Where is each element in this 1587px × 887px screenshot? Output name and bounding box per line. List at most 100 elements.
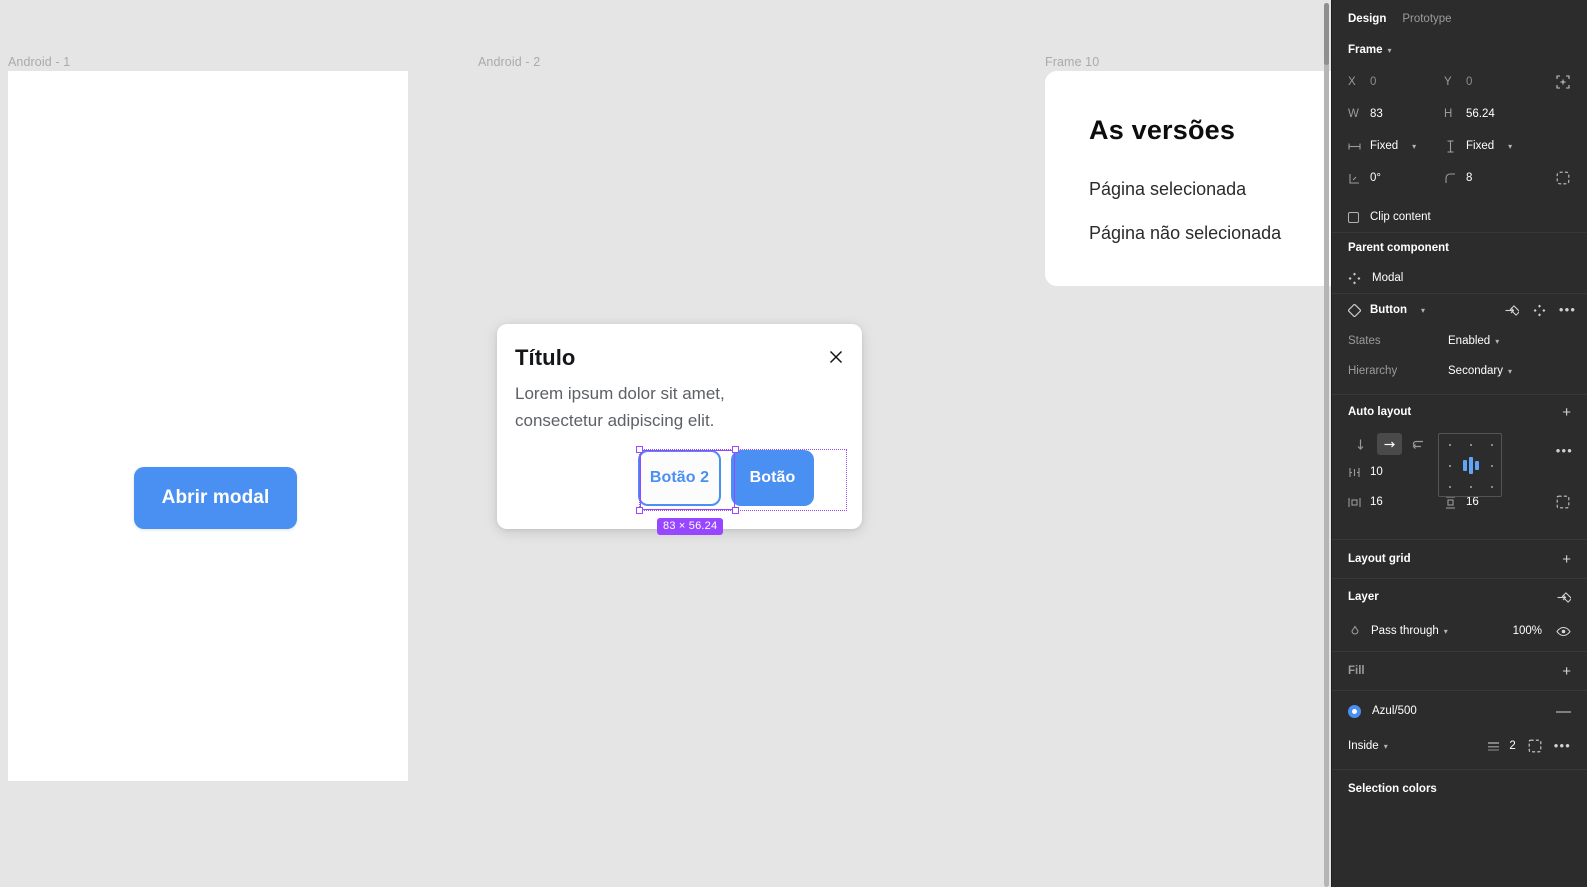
align-dot[interactable]	[1491, 444, 1493, 446]
canvas-vertical-scrollbar[interactable]	[1322, 0, 1331, 887]
horizontal-resizing-field[interactable]: Fixed ▾	[1348, 140, 1444, 153]
tab-prototype[interactable]: Prototype	[1402, 13, 1451, 25]
rotation-value[interactable]: 0°	[1370, 172, 1381, 184]
remove-stroke-icon[interactable]: —	[1556, 704, 1571, 719]
selection-colors-header: Selection colors	[1332, 770, 1587, 808]
y-value[interactable]: 0	[1466, 76, 1472, 88]
add-fill-icon[interactable]: +	[1562, 664, 1571, 679]
gap-value[interactable]: 10	[1370, 466, 1383, 478]
width-field[interactable]: W 83	[1348, 108, 1444, 120]
add-layout-grid-icon[interactable]: +	[1562, 552, 1571, 567]
align-dot[interactable]	[1470, 444, 1472, 446]
frame-label-frame-10[interactable]: Frame 10	[1045, 55, 1099, 69]
component-property-states[interactable]: States Enabled ▾	[1332, 326, 1587, 356]
y-label: Y	[1444, 76, 1452, 88]
horizontal-padding-field[interactable]: 16	[1348, 496, 1444, 509]
component-property-hierarchy[interactable]: Hierarchy Secondary ▾	[1332, 356, 1587, 386]
visibility-eye-icon[interactable]	[1556, 624, 1571, 639]
chevron-down-icon[interactable]: ▾	[1495, 337, 1499, 346]
design-canvas[interactable]: Android - 1 Abrir modal Android - 2 Títu…	[0, 0, 1331, 887]
clip-content-checkbox[interactable]	[1348, 211, 1359, 223]
right-properties-panel: Design Prototype Frame ▾ X 0 Y 0 W 83 H …	[1331, 0, 1587, 887]
artboard-frame-10[interactable]: As versões Página selecionada Página não…	[1045, 71, 1331, 286]
auto-layout-more-options-icon[interactable]: •••	[1556, 443, 1573, 458]
h-value[interactable]: 56.24	[1466, 108, 1495, 120]
stroke-weight-value[interactable]: 2	[1509, 740, 1515, 752]
hierarchy-label: Hierarchy	[1348, 365, 1398, 377]
layer-opacity-value[interactable]: 100%	[1513, 625, 1542, 637]
layer-apply-icon[interactable]	[1556, 590, 1571, 605]
component-instance-row[interactable]: Button ▾ •••	[1332, 294, 1587, 326]
horizontal-padding-value[interactable]: 16	[1370, 496, 1383, 508]
height-field[interactable]: H 56.24	[1444, 108, 1540, 120]
align-dot[interactable]	[1449, 486, 1451, 488]
vertical-padding-value[interactable]: 16	[1466, 496, 1479, 508]
states-value[interactable]: Enabled ▾	[1448, 335, 1499, 347]
chevron-down-icon[interactable]: ▾	[1388, 46, 1392, 55]
stroke-weight-icon	[1487, 740, 1500, 753]
absolute-position-icon[interactable]	[1555, 74, 1571, 90]
independent-corners-icon[interactable]	[1555, 170, 1571, 186]
botao-2-button[interactable]: Botão 2	[638, 450, 721, 507]
align-dot[interactable]	[1449, 444, 1451, 446]
selection-size-badge: 83 × 56.24	[657, 518, 724, 535]
chevron-down-icon[interactable]: ▾	[1508, 367, 1512, 376]
clip-content-row[interactable]: Clip content	[1332, 202, 1587, 232]
stroke-color-name[interactable]: Azul/500	[1372, 705, 1417, 717]
vertical-resizing-field[interactable]: Fixed ▾	[1444, 139, 1540, 153]
hierarchy-value[interactable]: Secondary ▾	[1448, 365, 1512, 377]
go-to-main-component-icon[interactable]	[1504, 303, 1519, 318]
frame10-line-2: Página não selecionada	[1089, 223, 1282, 243]
align-dot[interactable]	[1449, 465, 1451, 467]
scrollbar-track[interactable]	[1324, 3, 1329, 887]
direction-horizontal-button[interactable]	[1377, 433, 1402, 455]
swap-instance-icon[interactable]	[1532, 303, 1547, 318]
frame10-title: As versões	[1089, 115, 1236, 145]
individual-padding-icon[interactable]	[1555, 494, 1571, 510]
x-field[interactable]: X 0	[1348, 76, 1444, 88]
color-swatch[interactable]	[1348, 704, 1361, 718]
stroke-more-options-icon[interactable]: •••	[1554, 739, 1571, 752]
direction-vertical-button[interactable]	[1348, 433, 1373, 455]
add-auto-layout-icon[interactable]: +	[1562, 405, 1571, 420]
botao-button[interactable]: Botão	[731, 450, 814, 507]
abrir-modal-button[interactable]: Abrir modal	[134, 467, 297, 529]
align-dot[interactable]	[1491, 486, 1493, 488]
blend-mode-icon	[1348, 625, 1361, 638]
figma-window: Android - 1 Abrir modal Android - 2 Títu…	[0, 0, 1587, 887]
gap-spacing-icon	[1348, 466, 1361, 479]
close-icon[interactable]	[827, 348, 845, 366]
auto-layout-alignment-widget[interactable]	[1438, 433, 1502, 497]
rotation-field[interactable]: 0°	[1348, 172, 1444, 185]
blend-mode-value[interactable]: Pass through	[1371, 625, 1439, 637]
chevron-down-icon[interactable]: ▾	[1508, 142, 1512, 151]
x-value[interactable]: 0	[1370, 76, 1376, 88]
artboard-android-1[interactable]: Abrir modal	[8, 71, 408, 781]
stroke-alignment-value[interactable]: Inside	[1348, 740, 1379, 752]
scrollbar-thumb[interactable]	[1324, 3, 1329, 65]
align-dot[interactable]	[1470, 486, 1472, 488]
vertical-resizing-value[interactable]: Fixed	[1466, 140, 1494, 152]
corner-radius-field[interactable]: 8	[1444, 172, 1540, 185]
clip-content-label: Clip content	[1370, 211, 1431, 223]
modal-card[interactable]: Título Lorem ipsum dolor sit amet, conse…	[497, 324, 862, 529]
component-icon	[1348, 303, 1361, 317]
chevron-down-icon[interactable]: ▾	[1384, 742, 1388, 751]
advanced-stroke-icon[interactable]	[1528, 739, 1542, 753]
chevron-down-icon[interactable]: ▾	[1444, 627, 1448, 636]
align-dot[interactable]	[1491, 465, 1493, 467]
component-more-options-icon[interactable]: •••	[1559, 303, 1575, 318]
w-value[interactable]: 83	[1370, 108, 1383, 120]
horizontal-resizing-value[interactable]: Fixed	[1370, 140, 1398, 152]
parent-component-item[interactable]: Modal	[1332, 263, 1587, 293]
frame-label-android-1[interactable]: Android - 1	[8, 55, 70, 69]
chevron-down-icon[interactable]: ▾	[1412, 142, 1416, 151]
chevron-down-icon[interactable]: ▾	[1421, 306, 1425, 315]
direction-wrap-button[interactable]	[1406, 433, 1431, 455]
frame-label-android-2[interactable]: Android - 2	[478, 55, 540, 69]
y-field[interactable]: Y 0	[1444, 76, 1540, 88]
vertical-padding-field[interactable]: 16	[1444, 495, 1540, 509]
tab-design[interactable]: Design	[1348, 13, 1386, 25]
corner-radius-value[interactable]: 8	[1466, 172, 1472, 184]
frame-section-header[interactable]: Frame ▾	[1332, 38, 1587, 62]
